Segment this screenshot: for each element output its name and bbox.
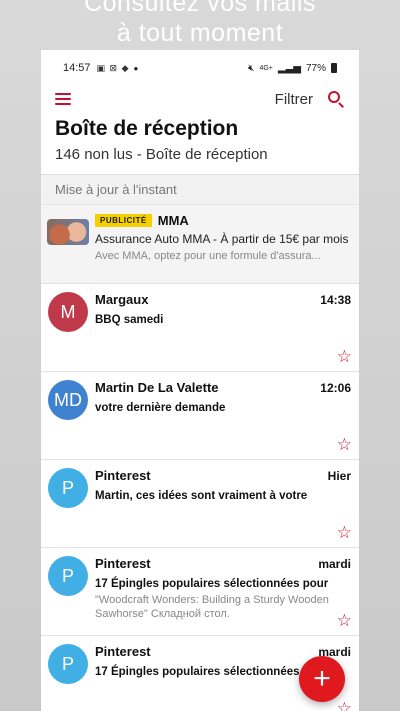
avatar: M — [48, 292, 88, 332]
app-toolbar: Filtrer — [41, 86, 359, 112]
mail-subject: BBQ samedi — [95, 314, 164, 326]
avatar: P — [48, 468, 88, 508]
ad-brand: MMA — [157, 213, 189, 228]
ad-description: Avec MMA, optez pour une formule d'assur… — [95, 250, 321, 262]
unread-count: 146 non lus - Boîte de réception — [55, 146, 268, 163]
mail-subject: votre dernière demande — [95, 402, 226, 414]
mail-item[interactable]: P Pinterest mardi 17 Épingles populaires… — [41, 548, 359, 636]
ad-thumbnail — [47, 219, 89, 245]
mail-sender: Margaux — [95, 292, 149, 307]
ad-item[interactable]: PUBLICITÉ MMA Assurance Auto MMA - À par… — [41, 204, 359, 284]
notification-icons: ▣ ⊠ ◆ — [96, 62, 130, 73]
network-label: 4G+ — [259, 64, 273, 72]
star-icon[interactable]: ☆ — [337, 436, 352, 453]
phone-screen: 14:57 ▣ ⊠ ◆ ● 🔇︎ 4G+ ▂▃▅ 77% Filtrer Boî… — [41, 50, 359, 711]
mail-sender: Martin De La Valette — [95, 380, 219, 395]
mail-item[interactable]: M Margaux 14:38 BBQ samedi ☆ — [41, 284, 359, 372]
battery-icon — [331, 63, 337, 73]
mail-date: mardi — [318, 557, 351, 571]
avatar: MD — [48, 380, 88, 420]
mute-icon: 🔇︎ — [248, 62, 255, 74]
mail-sender: Pinterest — [95, 644, 151, 659]
mail-date: 14:38 — [320, 293, 351, 307]
update-status: Mise à jour à l'instant — [41, 174, 359, 204]
filter-button[interactable]: Filtrer — [275, 91, 313, 108]
mail-item[interactable]: P Pinterest Hier Martin, ces idées sont … — [41, 460, 359, 548]
mail-preview: "Woodcraft Wonders: Building a Sturdy Wo… — [95, 594, 329, 620]
mail-sender: Pinterest — [95, 556, 151, 571]
status-right: 🔇︎ 4G+ ▂▃▅ 77% — [248, 63, 337, 74]
promo-headline-line2: à tout moment — [116, 19, 284, 47]
plus-icon: + — [313, 662, 331, 695]
star-icon[interactable]: ☆ — [337, 700, 352, 711]
battery-level: 77% — [305, 62, 326, 74]
star-icon[interactable]: ☆ — [337, 524, 352, 541]
menu-icon[interactable] — [55, 93, 71, 105]
promo-headline: Consultez vos mails à tout moment — [0, 0, 400, 48]
star-icon[interactable]: ☆ — [337, 612, 352, 629]
status-time: 14:57 — [63, 62, 91, 74]
ad-title: Assurance Auto MMA - À partir de 15€ par… — [95, 232, 349, 246]
ad-body: PUBLICITÉ MMA Assurance Auto MMA - À par… — [95, 213, 351, 283]
mail-item[interactable]: MD Martin De La Valette 12:06 votre dern… — [41, 372, 359, 460]
star-icon[interactable]: ☆ — [337, 348, 352, 365]
ad-badge: PUBLICITÉ — [95, 214, 152, 227]
mail-subject: 17 Épingles populaires sélectionnées pou… — [95, 578, 329, 590]
search-icon[interactable] — [327, 90, 345, 108]
avatar: P — [48, 644, 88, 684]
mail-date: 12:06 — [320, 381, 351, 395]
promo-headline-line1: Consultez vos mails — [84, 0, 316, 17]
mail-list: M Margaux 14:38 BBQ samedi ☆ MD Martin D… — [41, 284, 359, 711]
more-notifications-icon: ● — [133, 63, 139, 73]
status-bar: 14:57 ▣ ⊠ ◆ ● 🔇︎ 4G+ ▂▃▅ 77% — [41, 50, 359, 86]
signal-icon: ▂▃▅ — [277, 62, 301, 74]
mail-sender: Pinterest — [95, 468, 151, 483]
mail-date: Hier — [327, 469, 351, 483]
compose-button[interactable]: + — [299, 656, 345, 702]
avatar: P — [48, 556, 88, 596]
page-title: Boîte de réception — [55, 117, 239, 140]
mail-subject: Martin, ces idées sont vraiment à votre — [95, 490, 308, 502]
